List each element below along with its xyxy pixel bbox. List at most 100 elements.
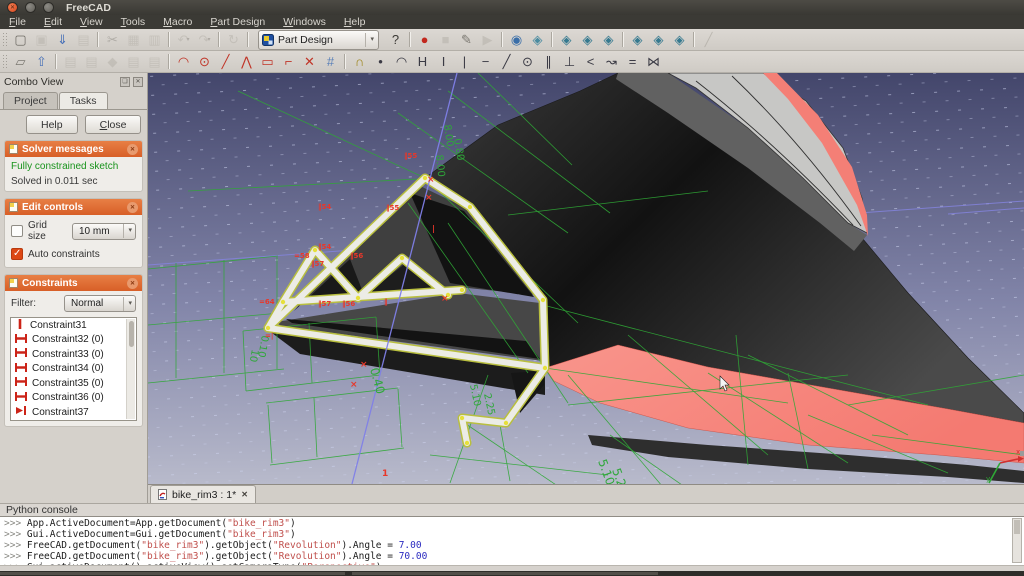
workbench-selector[interactable]: Part Design ▾ xyxy=(258,29,379,50)
whats-this-button[interactable]: ? xyxy=(385,30,406,50)
menu-part-design[interactable]: Part Design xyxy=(201,15,274,29)
sketch-feature-3-button[interactable]: ◆ xyxy=(102,52,123,72)
create-fillet-button[interactable]: ⌐ xyxy=(278,52,299,72)
menu-view[interactable]: View xyxy=(71,15,112,29)
save-file-button[interactable]: ⇓ xyxy=(52,30,73,50)
scrollbar[interactable] xyxy=(126,319,135,419)
constraint-list-item[interactable]: Constraint37 xyxy=(11,405,136,420)
macro-edit-button[interactable]: ✎ xyxy=(456,30,477,50)
constrain-distance-button[interactable]: ╱ xyxy=(496,52,517,72)
constraint-list-item[interactable]: Constraint31 xyxy=(11,318,136,333)
view-top-button[interactable]: ◈ xyxy=(577,30,598,50)
constrain-coincident-button[interactable]: • xyxy=(370,52,391,72)
constrain-radius-button[interactable]: ⊙ xyxy=(517,52,538,72)
create-circle-button[interactable]: ⊙ xyxy=(194,52,215,72)
panel-close-icon[interactable]: ✕ xyxy=(133,76,143,87)
new-file-button[interactable]: ▢ xyxy=(10,30,31,50)
constrain-perpendicular-button[interactable]: ⊥ xyxy=(559,52,580,72)
window-minimize-button[interactable] xyxy=(25,2,36,13)
external-geometry-button[interactable]: # xyxy=(320,52,341,72)
python-console[interactable]: >>> App.ActiveDocument=App.getDocument("… xyxy=(0,516,1024,565)
panel-float-icon[interactable]: ❏ xyxy=(120,76,130,87)
solver-messages-header[interactable]: Solver messages ✕ xyxy=(5,141,142,157)
constrain-horizontal-distance-button[interactable]: H xyxy=(412,52,433,72)
chevron-down-icon[interactable]: ▾ xyxy=(207,30,210,50)
constraint-list-item[interactable]: Constraint36 (0) xyxy=(11,391,136,406)
undo-button[interactable]: ↶ ▾ xyxy=(173,30,194,50)
macro-run-button[interactable]: ▶ xyxy=(477,30,498,50)
trim-edge-button[interactable]: ✕ xyxy=(299,52,320,72)
create-arc-button[interactable]: ◠ xyxy=(173,52,194,72)
constraint-list-item[interactable]: Constraint35 (0) xyxy=(11,376,136,391)
window-maximize-button[interactable] xyxy=(43,2,54,13)
leave-sketch-button[interactable]: ⇧ xyxy=(31,52,52,72)
view-fit-all-button[interactable]: ◉ xyxy=(506,30,527,50)
cut-button[interactable]: ✂ xyxy=(102,30,123,50)
edit-controls-header[interactable]: Edit controls ✕ xyxy=(5,199,142,215)
constraints-header[interactable]: Constraints ✕ xyxy=(5,275,142,291)
sketch-feature-4-button[interactable]: ▤ xyxy=(123,52,144,72)
close-button[interactable]: Close xyxy=(84,115,142,134)
toolbar-handle[interactable] xyxy=(2,54,7,69)
console-scrollbar[interactable] xyxy=(1012,518,1022,563)
constraint-list-item[interactable]: Constraint34 (0) xyxy=(11,362,136,377)
create-rectangle-button[interactable]: ▭ xyxy=(257,52,278,72)
constrain-parallel-button[interactable]: ∥ xyxy=(538,52,559,72)
menu-tools[interactable]: Tools xyxy=(112,15,155,29)
tab-tasks[interactable]: Tasks xyxy=(58,92,108,109)
refresh-button[interactable]: ↻ xyxy=(223,30,244,50)
constrain-snell-button[interactable]: ↝ xyxy=(601,52,622,72)
console-scrollbar-thumb[interactable] xyxy=(1014,520,1020,534)
sketch-feature-1-button[interactable]: ▤ xyxy=(60,52,81,72)
section-close-icon[interactable]: ✕ xyxy=(127,277,138,289)
sketch-feature-2-button[interactable]: ▤ xyxy=(81,52,102,72)
redo-button[interactable]: ↷ ▾ xyxy=(194,30,215,50)
constrain-tangent-button[interactable]: < xyxy=(580,52,601,72)
macro-record-button[interactable]: ● xyxy=(414,30,435,50)
grid-size-select[interactable]: 10 mm ▾ xyxy=(72,222,136,240)
constrain-symmetric-button[interactable]: ⋈ xyxy=(643,52,664,72)
tab-close-icon[interactable]: ✕ xyxy=(241,490,248,499)
menu-edit[interactable]: Edit xyxy=(35,15,71,29)
view-bottom-button[interactable]: ◈ xyxy=(648,30,669,50)
document-tab[interactable]: bike_rim3 : 1* ✕ xyxy=(150,485,256,503)
view-rear-button[interactable]: ◈ xyxy=(627,30,648,50)
3d-viewport[interactable]: 8.000.808.000.40 5.102.255.105.25100.10××… xyxy=(147,72,1024,504)
view-left-button[interactable]: ◈ xyxy=(669,30,690,50)
python-console-header[interactable]: Python console xyxy=(0,503,1024,516)
copy-button[interactable]: ▦ xyxy=(123,30,144,50)
menu-file[interactable]: File xyxy=(0,15,35,29)
print-button[interactable]: ▤ xyxy=(73,30,94,50)
macro-stop-button[interactable]: ■ xyxy=(435,30,456,50)
constrain-point-on-object-button[interactable]: ◠ xyxy=(391,52,412,72)
constraint-list-item[interactable]: Constraint32 (0) xyxy=(11,333,136,348)
open-file-button[interactable]: ▣ xyxy=(31,30,52,50)
create-line-button[interactable]: ╱ xyxy=(215,52,236,72)
menu-help[interactable]: Help xyxy=(335,15,375,29)
view-axonometric-button[interactable]: ◈ xyxy=(527,30,548,50)
constrain-vertical-distance-button[interactable]: I xyxy=(433,52,454,72)
section-close-icon[interactable]: ✕ xyxy=(127,201,138,213)
constrain-horizontal-button[interactable]: − xyxy=(475,52,496,72)
constrain-vertical-button[interactable]: | xyxy=(454,52,475,72)
create-polyline-button[interactable]: ⋀ xyxy=(236,52,257,72)
constrain-equal-button[interactable]: = xyxy=(622,52,643,72)
measure-distance-button[interactable]: ╱ xyxy=(698,30,719,50)
view-sketch-button[interactable]: ▱ xyxy=(10,52,31,72)
toolbar-handle[interactable] xyxy=(2,32,7,47)
paste-button[interactable]: ▥ xyxy=(144,30,165,50)
filter-select[interactable]: Normal ▾ xyxy=(64,295,136,312)
sketch-feature-5-button[interactable]: ▤ xyxy=(144,52,165,72)
constraint-list[interactable]: Constraint31 Constraint32 (0) Constraint33… xyxy=(10,317,137,421)
menu-macro[interactable]: Macro xyxy=(154,15,201,29)
window-close-button[interactable]: ✕ xyxy=(7,2,18,13)
chevron-down-icon[interactable]: ▾ xyxy=(186,30,189,50)
auto-constraints-checkbox[interactable] xyxy=(11,248,23,260)
grid-size-checkbox[interactable] xyxy=(11,225,23,237)
tab-project[interactable]: Project xyxy=(3,92,58,109)
help-button[interactable]: Help xyxy=(26,115,78,134)
scrollbar-thumb[interactable] xyxy=(129,321,134,347)
menu-windows[interactable]: Windows xyxy=(274,15,335,29)
constrain-lock-button[interactable]: ∩ xyxy=(349,52,370,72)
section-close-icon[interactable]: ✕ xyxy=(127,143,138,155)
